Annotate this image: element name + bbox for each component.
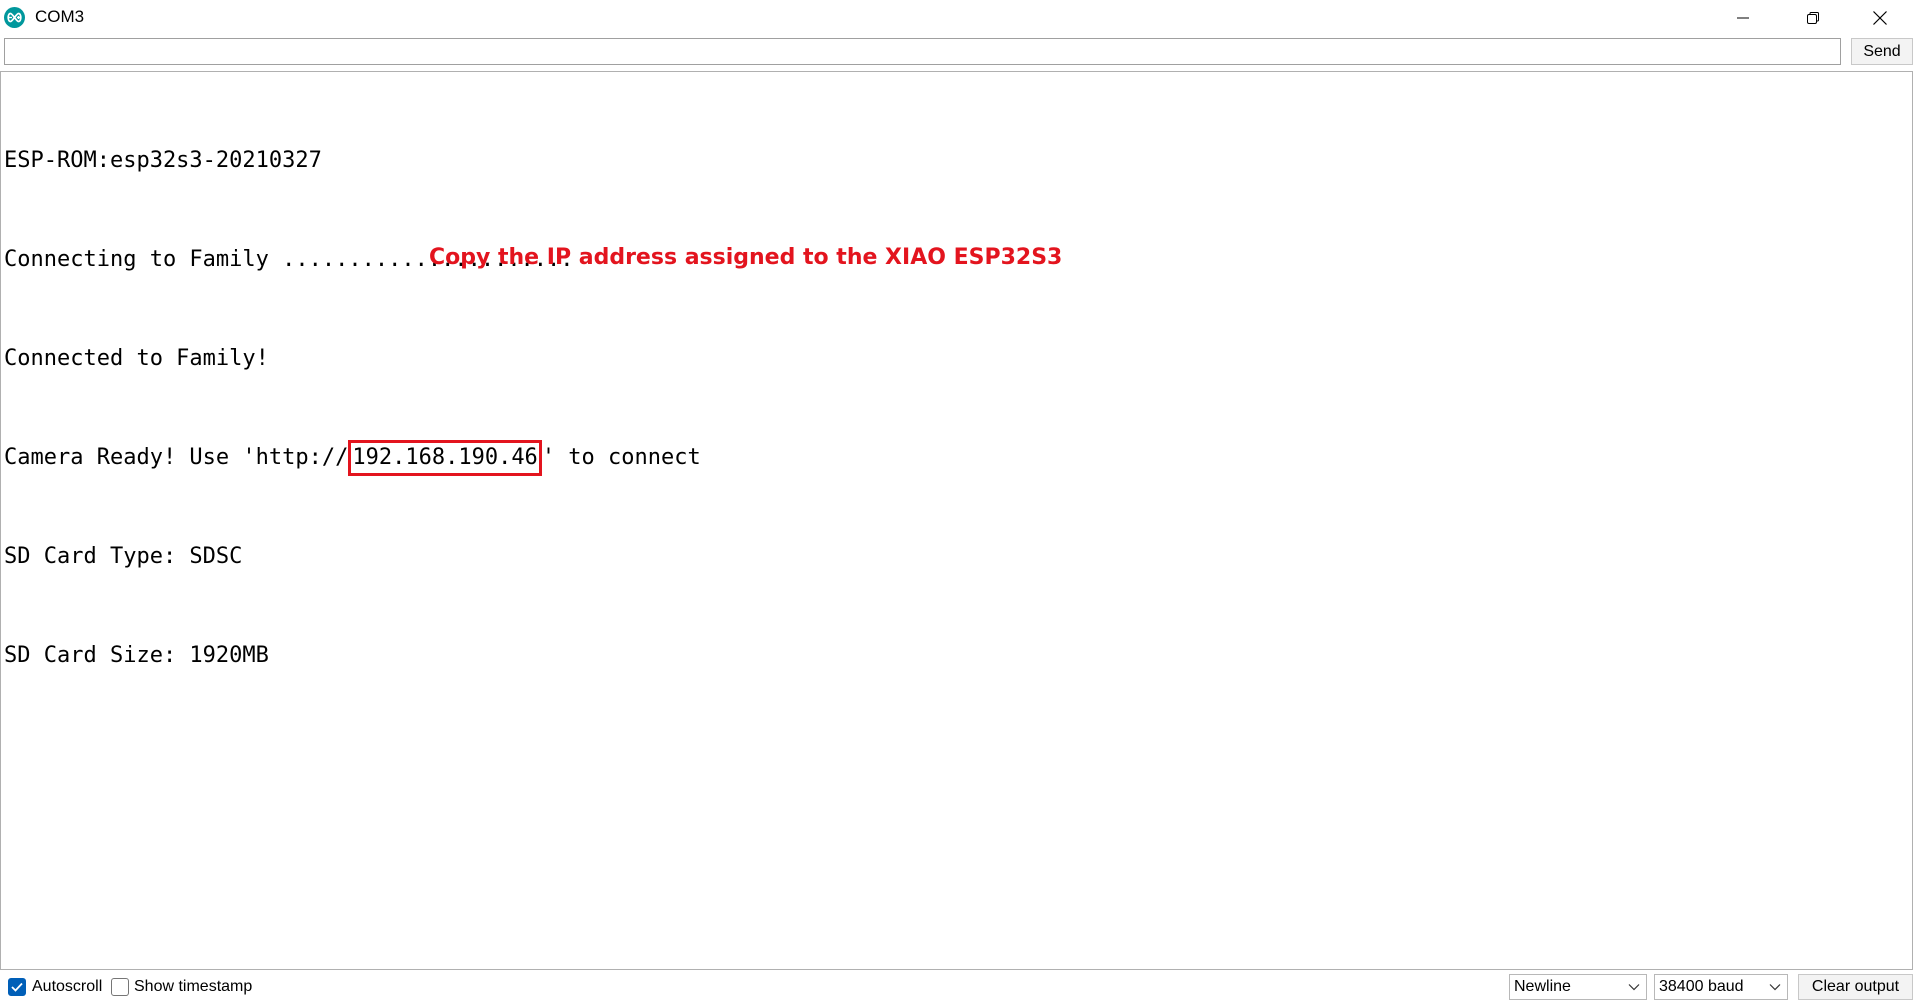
chevron-down-icon bbox=[1769, 984, 1781, 991]
send-button[interactable]: Send bbox=[1851, 38, 1913, 65]
output-line: SD Card Type: SDSC bbox=[4, 544, 243, 569]
output-line: Connected to Family! bbox=[4, 346, 269, 371]
annotation-text: Copy the IP address assigned to the XIAO… bbox=[429, 245, 1063, 270]
autoscroll-checkbox[interactable] bbox=[8, 978, 26, 996]
checkmark-icon bbox=[11, 982, 23, 992]
bottom-bar: Autoscroll Show timestamp Newline 38400 … bbox=[0, 970, 1915, 1000]
restore-button[interactable] bbox=[1778, 0, 1848, 35]
output-lines: ESP-ROM:esp32s3-20210327 Connecting to F… bbox=[4, 78, 701, 738]
show-timestamp-label[interactable]: Show timestamp bbox=[134, 978, 252, 996]
ip-address-highlight: 192.168.190.46 bbox=[348, 440, 542, 476]
camera-line-suffix: ' to connect bbox=[541, 445, 701, 470]
serial-output[interactable]: ESP-ROM:esp32s3-20210327 Connecting to F… bbox=[0, 71, 1913, 970]
chevron-down-icon bbox=[1628, 984, 1640, 991]
arduino-icon bbox=[4, 7, 25, 28]
minimize-button[interactable] bbox=[1708, 0, 1778, 35]
line-ending-value: Newline bbox=[1514, 978, 1571, 995]
baud-rate-select[interactable]: 38400 baud bbox=[1654, 974, 1788, 1000]
clear-output-button[interactable]: Clear output bbox=[1798, 974, 1913, 1000]
output-line: ESP-ROM:esp32s3-20210327 bbox=[4, 148, 322, 173]
show-timestamp-checkbox[interactable] bbox=[111, 978, 129, 996]
camera-ready-line: Camera Ready! Use 'http://192.168.190.46… bbox=[4, 440, 701, 476]
restore-icon bbox=[1807, 11, 1819, 24]
window-title: COM3 bbox=[35, 7, 85, 26]
serial-input[interactable] bbox=[4, 38, 1841, 65]
serial-monitor-window: COM3 Send ESP-ROM:esp32s3-20210327 Conne… bbox=[0, 0, 1915, 1000]
baud-rate-value: 38400 baud bbox=[1659, 978, 1744, 995]
minimize-icon bbox=[1737, 17, 1749, 18]
output-line: SD Card Size: 1920MB bbox=[4, 643, 269, 668]
autoscroll-label[interactable]: Autoscroll bbox=[32, 978, 102, 996]
title-bar: COM3 bbox=[0, 0, 1915, 35]
camera-line-prefix: Camera Ready! Use 'http:// bbox=[4, 445, 349, 470]
line-ending-select[interactable]: Newline bbox=[1509, 974, 1647, 1000]
close-button[interactable] bbox=[1845, 0, 1915, 35]
close-icon bbox=[1873, 10, 1887, 25]
send-bar: Send bbox=[0, 35, 1915, 71]
